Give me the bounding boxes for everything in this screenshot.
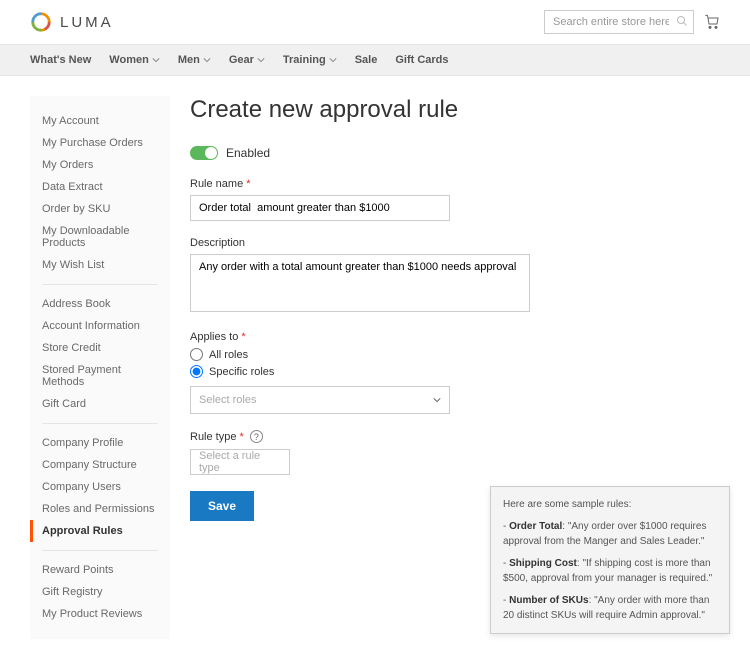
ruletype-label: Rule type * xyxy=(190,431,244,443)
sidebar-item-order-by-sku[interactable]: Order by SKU xyxy=(30,198,170,220)
main-content: Create new approval rule Enabled Rule na… xyxy=(190,96,720,521)
sidebar-item-my-purchase-orders[interactable]: My Purchase Orders xyxy=(30,132,170,154)
chevron-down-icon xyxy=(152,56,160,64)
topnav-item-gift-cards[interactable]: Gift Cards xyxy=(395,54,448,66)
sidebar-item-company-structure[interactable]: Company Structure xyxy=(30,454,170,476)
sidebar-item-my-product-reviews[interactable]: My Product Reviews xyxy=(30,603,170,625)
specificroles-radio[interactable] xyxy=(190,365,203,378)
sidebar-item-roles-and-permissions[interactable]: Roles and Permissions xyxy=(30,498,170,520)
enabled-toggle[interactable] xyxy=(190,146,218,160)
save-button[interactable]: Save xyxy=(190,491,254,521)
sidebar-item-my-orders[interactable]: My Orders xyxy=(30,154,170,176)
chevron-down-icon xyxy=(257,56,265,64)
sidebar-item-gift-card[interactable]: Gift Card xyxy=(30,393,170,415)
page-header: LUMA xyxy=(0,0,750,44)
sidebar: My AccountMy Purchase OrdersMy OrdersDat… xyxy=(30,96,170,639)
ruletype-tooltip: Here are some sample rules:- Order Total… xyxy=(490,486,730,634)
description-label: Description xyxy=(190,237,720,249)
cart-icon[interactable] xyxy=(704,14,720,30)
sidebar-item-approval-rules[interactable]: Approval Rules xyxy=(30,520,170,542)
topnav-item-training[interactable]: Training xyxy=(283,54,337,66)
sidebar-item-company-profile[interactable]: Company Profile xyxy=(30,432,170,454)
ruletype-placeholder: Select a rule type xyxy=(199,450,281,474)
sidebar-separator xyxy=(42,284,158,285)
enabled-label: Enabled xyxy=(226,146,270,160)
select-roles-dropdown[interactable]: Select roles xyxy=(190,386,450,414)
sidebar-separator xyxy=(42,423,158,424)
search-icon[interactable] xyxy=(676,15,688,27)
sidebar-item-address-book[interactable]: Address Book xyxy=(30,293,170,315)
specificroles-label: Specific roles xyxy=(209,366,274,378)
logo[interactable]: LUMA xyxy=(30,11,114,33)
allroles-radio[interactable] xyxy=(190,348,203,361)
chevron-down-icon xyxy=(203,56,211,64)
sidebar-item-my-downloadable-products[interactable]: My Downloadable Products xyxy=(30,220,170,254)
topnav-item-sale[interactable]: Sale xyxy=(355,54,378,66)
top-nav: What's New Women Men Gear Training Sale Gift C… xyxy=(0,44,750,76)
topnav-item-what-s-new[interactable]: What's New xyxy=(30,54,91,66)
appliesto-label: Applies to * xyxy=(190,331,720,343)
ruletype-dropdown[interactable]: Select a rule type xyxy=(190,449,290,475)
sidebar-item-data-extract[interactable]: Data Extract xyxy=(30,176,170,198)
sidebar-item-my-wish-list[interactable]: My Wish List xyxy=(30,254,170,276)
help-icon[interactable]: ? xyxy=(250,430,263,443)
luma-logo-icon xyxy=(30,11,52,33)
rulename-input[interactable] xyxy=(190,195,450,221)
chevron-down-icon xyxy=(329,56,337,64)
sidebar-item-store-credit[interactable]: Store Credit xyxy=(30,337,170,359)
logo-text: LUMA xyxy=(60,14,114,31)
chevron-down-icon xyxy=(433,396,441,404)
sidebar-item-reward-points[interactable]: Reward Points xyxy=(30,559,170,581)
page-title: Create new approval rule xyxy=(190,96,720,124)
sidebar-item-my-account[interactable]: My Account xyxy=(30,110,170,132)
sidebar-separator xyxy=(42,550,158,551)
sidebar-item-stored-payment-methods[interactable]: Stored Payment Methods xyxy=(30,359,170,393)
search-box xyxy=(544,10,694,34)
sidebar-item-account-information[interactable]: Account Information xyxy=(30,315,170,337)
topnav-item-men[interactable]: Men xyxy=(178,54,211,66)
search-input[interactable] xyxy=(544,10,694,34)
sidebar-item-company-users[interactable]: Company Users xyxy=(30,476,170,498)
description-input[interactable] xyxy=(190,254,530,312)
topnav-item-gear[interactable]: Gear xyxy=(229,54,265,66)
select-roles-placeholder: Select roles xyxy=(199,394,256,406)
rulename-label: Rule name * xyxy=(190,178,720,190)
allroles-label: All roles xyxy=(209,349,248,361)
sidebar-item-gift-registry[interactable]: Gift Registry xyxy=(30,581,170,603)
topnav-item-women[interactable]: Women xyxy=(109,54,160,66)
